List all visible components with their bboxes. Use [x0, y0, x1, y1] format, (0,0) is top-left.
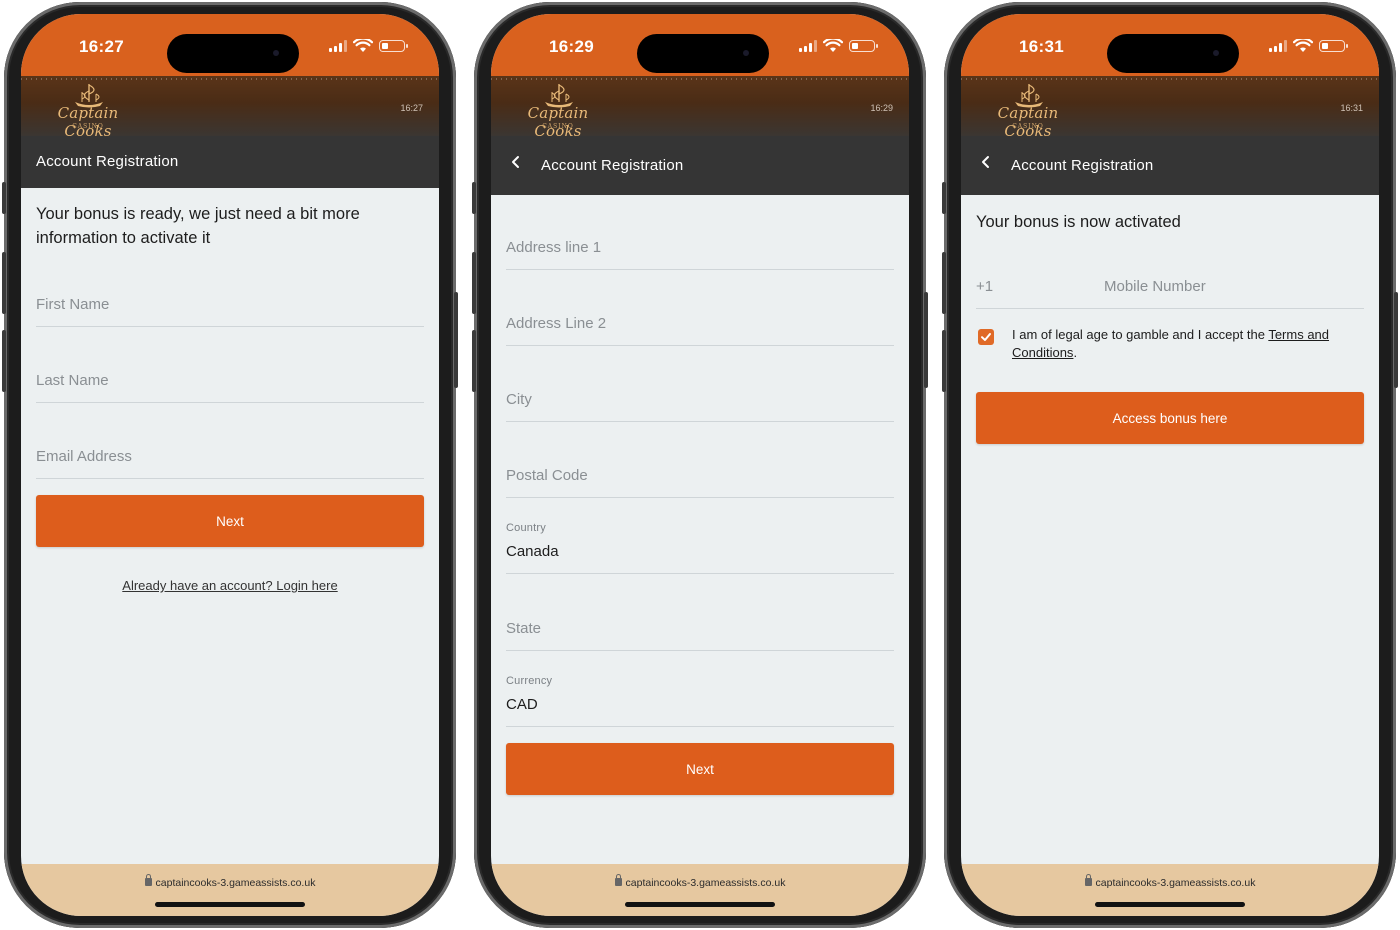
currency-value: CAD [506, 696, 538, 713]
header-time: 16:29 [870, 103, 893, 113]
signal-icon [1269, 40, 1287, 52]
side-button [472, 182, 476, 214]
header-time: 16:27 [400, 103, 423, 113]
email-input[interactable]: Email Address [36, 439, 424, 479]
screen-2: 16:29 Captain Cooks CASINO 16:29 Account… [491, 14, 909, 916]
battery-icon [1319, 40, 1348, 52]
title-bar: Account Registration [491, 136, 909, 195]
postal-code-input[interactable]: Postal Code [506, 458, 894, 498]
phone-frame-3: 16:31 Captain Cooks CASINO 16:31 Account… [942, 2, 1398, 928]
dynamic-island [637, 34, 769, 73]
power-button [454, 292, 458, 388]
phone-frame-2: 16:29 Captain Cooks CASINO 16:29 Account… [472, 2, 928, 928]
browser-footer: captaincooks-3.gameassists.co.uk [21, 864, 439, 916]
status-time: 16:29 [549, 37, 594, 56]
currency-label: Currency [506, 675, 553, 687]
login-link[interactable]: Already have an account? Login here [36, 578, 424, 593]
checkmark-icon [981, 333, 991, 341]
terms-checkbox[interactable] [978, 329, 994, 345]
phone-prefix: +1 [976, 278, 994, 295]
status-bar: 16:27 [21, 14, 439, 76]
back-arrow-icon[interactable] [979, 155, 993, 169]
status-icons [329, 39, 408, 53]
next-button[interactable]: Next [36, 495, 424, 547]
battery-icon [379, 40, 408, 52]
status-bar: 16:31 [961, 14, 1379, 76]
state-input[interactable]: State [506, 611, 894, 651]
title-bar: Account Registration [961, 136, 1379, 195]
country-label: Country [506, 522, 546, 534]
status-time: 16:31 [1019, 37, 1064, 56]
home-indicator[interactable] [155, 902, 305, 907]
country-value: Canada [506, 543, 559, 560]
status-bar: 16:29 [491, 14, 909, 76]
url-bar[interactable]: captaincooks-3.gameassists.co.uk [21, 874, 439, 889]
status-time: 16:27 [79, 37, 124, 56]
volume-down-button [2, 330, 6, 392]
signal-icon [329, 40, 347, 52]
terms-row: I am of legal age to gamble and I accept… [976, 326, 1364, 366]
activation-form: Your bonus is now activated +1 Mobile Nu… [976, 195, 1364, 864]
status-icons [799, 39, 878, 53]
first-name-input[interactable]: First Name [36, 287, 424, 327]
home-indicator[interactable] [625, 902, 775, 907]
screen-3: 16:31 Captain Cooks CASINO 16:31 Account… [961, 14, 1379, 916]
dynamic-island [167, 34, 299, 73]
registration-form: Your bonus is ready, we just need a bit … [36, 188, 424, 864]
brand-header: Captain Cooks CASINO 16:31 [961, 76, 1379, 140]
screen-1: 16:27 Captain Cooks CASINO 16:27 Account… [21, 14, 439, 916]
access-bonus-button[interactable]: Access bonus here [976, 392, 1364, 444]
status-icons [1269, 39, 1348, 53]
captain-cooks-logo[interactable]: Captain Cooks CASINO [503, 82, 613, 140]
page-title: Account Registration [1011, 157, 1154, 174]
volume-up-button [942, 252, 946, 314]
title-bar: Account Registration [21, 136, 439, 188]
power-button [924, 292, 928, 388]
volume-up-button [2, 252, 6, 314]
url-bar[interactable]: captaincooks-3.gameassists.co.uk [961, 874, 1379, 889]
bonus-heading: Your bonus is ready, we just need a bit … [36, 205, 360, 247]
wifi-icon [1293, 39, 1313, 52]
signal-icon [799, 40, 817, 52]
browser-footer: captaincooks-3.gameassists.co.uk [491, 864, 909, 916]
wifi-icon [353, 39, 373, 52]
last-name-input[interactable]: Last Name [36, 363, 424, 403]
dynamic-island [1107, 34, 1239, 73]
power-button [1394, 292, 1398, 388]
captain-cooks-logo[interactable]: Captain Cooks CASINO [973, 82, 1083, 140]
page-title: Account Registration [36, 153, 179, 170]
url-bar[interactable]: captaincooks-3.gameassists.co.uk [491, 874, 909, 889]
country-select[interactable]: Country Canada [506, 522, 894, 574]
address-form: Address line 1 Address Line 2 City Posta… [506, 195, 894, 864]
browser-footer: captaincooks-3.gameassists.co.uk [961, 864, 1379, 916]
home-indicator[interactable] [1095, 902, 1245, 907]
activated-heading: Your bonus is now activated [976, 213, 1181, 231]
back-arrow-icon[interactable] [509, 155, 523, 169]
next-button[interactable]: Next [506, 743, 894, 795]
wifi-icon [823, 39, 843, 52]
side-button [2, 182, 6, 214]
city-input[interactable]: City [506, 382, 894, 422]
volume-down-button [942, 330, 946, 392]
battery-icon [849, 40, 878, 52]
mobile-placeholder: Mobile Number [1104, 278, 1206, 295]
brand-header: Captain Cooks CASINO 16:29 [491, 76, 909, 140]
lock-icon [1084, 874, 1092, 886]
brand-header: Captain Cooks CASINO 16:27 [21, 76, 439, 140]
captain-cooks-logo[interactable]: Captain Cooks CASINO [33, 82, 143, 140]
header-time: 16:31 [1340, 103, 1363, 113]
phone-frame-1: 16:27 Captain Cooks CASINO 16:27 Account… [2, 2, 458, 928]
address-line-1-input[interactable]: Address line 1 [506, 230, 894, 270]
terms-text: I am of legal age to gamble and I accept… [1012, 327, 1330, 360]
side-button [942, 182, 946, 214]
volume-up-button [472, 252, 476, 314]
mobile-number-input[interactable]: +1 Mobile Number [976, 269, 1364, 309]
address-line-2-input[interactable]: Address Line 2 [506, 306, 894, 346]
page-title: Account Registration [541, 157, 684, 174]
lock-icon [614, 874, 622, 886]
currency-select[interactable]: Currency CAD [506, 675, 894, 727]
lock-icon [144, 874, 152, 886]
volume-down-button [472, 330, 476, 392]
